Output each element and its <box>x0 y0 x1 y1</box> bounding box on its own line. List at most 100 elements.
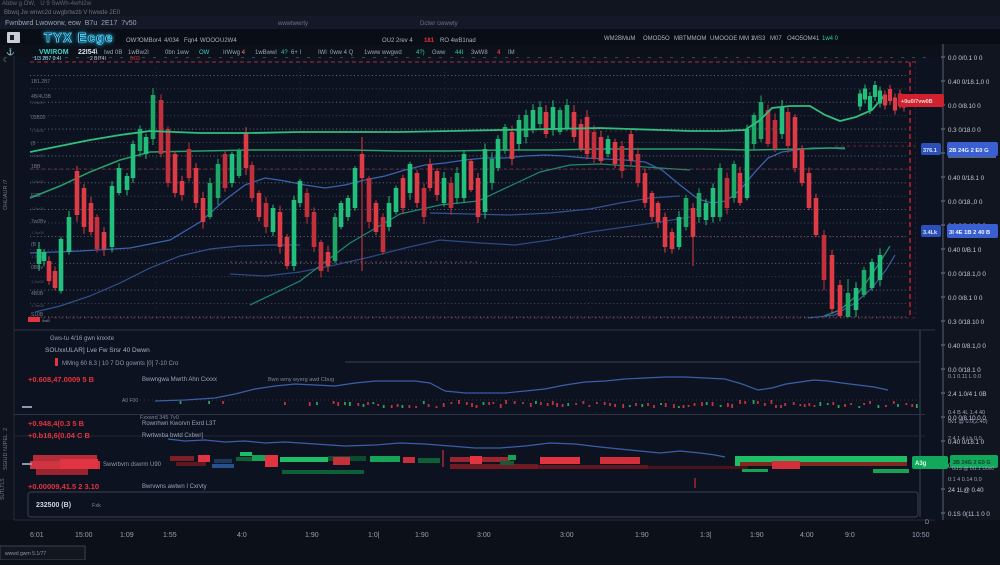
svg-text:1 2w00: 1 2w00 <box>31 230 45 235</box>
svg-text:1 2w00: 1 2w00 <box>31 179 45 184</box>
svg-text:SGIUD NJPEL 2: SGIUD NJPEL 2 <box>3 428 9 470</box>
svg-text:22I54\: 22I54\ <box>78 49 98 56</box>
svg-text:1/3 2B7 0.4I: 1/3 2B7 0.4I <box>34 56 61 62</box>
svg-text:IM: IM <box>508 50 515 56</box>
svg-text:9:0: 9:0 <box>845 532 855 539</box>
svg-text:WM2BMuM: WM2BMuM <box>604 36 635 42</box>
svg-text:☾: ☾ <box>3 56 9 64</box>
svg-text:(0: (0 <box>31 141 36 147</box>
svg-text:D: D <box>925 520 930 526</box>
svg-text:1 2w00: 1 2w00 <box>31 279 45 284</box>
svg-text:SOUxxULAR] Lve Fw Srsr 40 Dwwn: SOUxxULAR] Lve Fw Srsr 40 Dwwn <box>45 347 150 354</box>
svg-text:MS3: MS3 <box>753 36 766 42</box>
svg-text:wwwtwwrty: wwwtwwrty <box>277 21 308 27</box>
svg-text:Rownhwn Kworvn Exrd L3T: Rownhwn Kworvn Exrd L3T <box>142 421 216 427</box>
svg-text:181: 181 <box>424 38 435 44</box>
svg-text:SUTLTLS: SUTLTLS <box>0 478 6 500</box>
svg-text:MMng 60 8.3 | 10 7 DO gownts [: MMng 60 8.3 | 10 7 DO gownts [0] 7-10 Cr… <box>62 361 179 367</box>
svg-text:0.0 0/18.,0 0: 0.0 0/18.,0 0 <box>948 199 983 206</box>
svg-text:2.4 1.0/4 1 0B: 2.4 1.0/4 1 0B <box>948 391 987 398</box>
svg-text:1 2w00: 1 2w00 <box>31 153 45 158</box>
svg-text:RO 4wB1nad: RO 4wB1nad <box>440 38 476 44</box>
svg-text:4B0B: 4B0B <box>31 291 44 297</box>
svg-text:0v1 @ 0.0(2.40): 0v1 @ 0.0(2.40) <box>948 419 988 425</box>
svg-text:4:0: 4:0 <box>237 532 247 539</box>
svg-text:wwwd gwrn 5.1/77: wwwd gwrn 5.1/77 <box>5 551 46 557</box>
svg-text:0.0 0/8.1 0 0: 0.0 0/8.1 0 0 <box>948 295 983 302</box>
svg-text:Fwnbwrd Lwoworw, eow B7u 2E1: Fwnbwrd Lwoworw, eow B7u 2E17 7v50 <box>5 20 137 27</box>
svg-text:3wW8: 3wW8 <box>471 50 488 56</box>
svg-text:Bwrvwns awtwn I Cxrvty: Bwrvwns awtwn I Cxrvty <box>142 484 207 490</box>
svg-text:232500 (B): 232500 (B) <box>36 502 71 509</box>
svg-text:2B 24G 2 E0 G: 2B 24G 2 E0 G <box>949 148 989 154</box>
svg-text:Gww: Gww <box>432 50 446 56</box>
svg-text:1:90: 1:90 <box>305 532 319 539</box>
svg-text:7w0Bv: 7w0Bv <box>31 219 47 225</box>
svg-text:A0 F00: A0 F00 <box>122 398 138 404</box>
svg-text:OMOD5O: OMOD5O <box>643 36 670 42</box>
svg-text:0.3 0/18.0 0: 0.3 0/18.0 0 <box>948 127 981 134</box>
svg-text:2.4 1.4 Lb 0.0: 2.4 1.4 Lb 0.0 <box>948 436 982 442</box>
svg-text:Bwn wmy wyerg awd Cbug: Bwn wmy wyerg awd Cbug <box>268 377 334 383</box>
svg-text:Swwrbvm dswrm U90: Swwrbvm dswrm U90 <box>103 462 162 468</box>
svg-text:6+ I: 6+ I <box>291 50 302 56</box>
svg-text:MBTMMOM: MBTMMOM <box>674 36 706 42</box>
svg-text:1 2w00: 1 2w00 <box>31 100 45 105</box>
svg-text:0.0 0/18.1 0: 0.0 0/18.1 0 <box>948 367 981 374</box>
svg-text:1:55: 1:55 <box>163 532 177 539</box>
svg-text:0.40 0/18.1,0 0: 0.40 0/18.1,0 0 <box>948 79 990 86</box>
svg-text:IWl: IWl <box>318 50 327 56</box>
svg-text:4wB: 4wB <box>42 318 50 323</box>
svg-text:Gws-tu 4/16 gwn knxxte: Gws-tu 4/16 gwn knxxte <box>50 336 115 342</box>
svg-text:4:00: 4:00 <box>800 532 814 539</box>
svg-text:Dctwr cwwwty: Dctwr cwwwty <box>420 21 458 27</box>
svg-text:+0.00009,41.5 2 3.10: +0.00009,41.5 2 3.10 <box>28 482 99 491</box>
svg-text:Iwd 0B: Iwd 0B <box>104 50 122 56</box>
svg-text:1w4 0: 1w4 0 <box>822 36 839 42</box>
svg-text:U2W4: U2W4 <box>220 38 237 44</box>
svg-text:0.1S 0(11.1 0 0: 0.1S 0(11.1 0 0 <box>948 511 990 518</box>
svg-text:4/034: 4/034 <box>164 38 180 44</box>
svg-text:OW: OW <box>199 50 210 56</box>
svg-text:1B1.2B7: 1B1.2B7 <box>31 79 50 85</box>
svg-text:0BBv: 0BBv <box>31 265 43 271</box>
svg-text:1 2w00: 1 2w00 <box>31 206 45 211</box>
svg-text:0.1 0.11 L 0.0: 0.1 0.11 L 0.0 <box>948 374 981 380</box>
svg-text:1:0|: 1:0| <box>368 532 380 539</box>
svg-text:1www wwgwd: 1www wwgwd <box>364 50 402 56</box>
svg-text:4?: 4? <box>281 50 288 56</box>
svg-text:3I 4E 1B 2 40 B: 3I 4E 1B 2 40 B <box>949 230 990 236</box>
svg-text:O4O5OM41: O4O5OM41 <box>787 36 820 42</box>
svg-text:0ww 4 Q: 0ww 4 Q <box>330 50 354 56</box>
svg-text:1:3|: 1:3| <box>700 532 712 539</box>
svg-text:1:90: 1:90 <box>415 532 429 539</box>
svg-text:3:00: 3:00 <box>477 532 491 539</box>
svg-text:1 2w00: 1 2w00 <box>31 128 45 133</box>
svg-text:G1S @ 0I1.1 U0v0: G1S @ 0I1.1 U0v0 <box>952 466 994 472</box>
svg-text:+0u0/7vw0B: +0u0/7vw0B <box>901 99 933 105</box>
svg-text:1:90: 1:90 <box>635 532 649 539</box>
svg-text:0bn 1ww: 0bn 1ww <box>165 50 189 56</box>
svg-text:+0.b18,6(0.04 C B: +0.b18,6(0.04 C B <box>28 431 90 440</box>
svg-text:WOOO: WOOO <box>200 38 220 44</box>
svg-text:1:09: 1:09 <box>120 532 134 539</box>
svg-text:0.40 0/18.1 0: 0.40 0/18.1 0 <box>948 175 985 182</box>
svg-text:1 2w00: 1 2w00 <box>31 303 45 308</box>
svg-text:Abbw g OW, U 9 SwWh-4wht2w: Abbw g OW, U 9 SwWh-4wht2w <box>2 1 92 7</box>
svg-text:0.4 B 4L 1.4 40: 0.4 B 4L 1.4 40 <box>948 410 985 416</box>
svg-text:2 BI74I: 2 BI74I <box>90 56 106 62</box>
svg-text:0.40 0/8.1,0 0: 0.40 0/8.1,0 0 <box>948 343 986 350</box>
svg-text:UMOOOE MM 1: UMOOOE MM 1 <box>710 36 755 42</box>
svg-text:44I: 44I <box>455 50 464 56</box>
svg-text:VWIROM: VWIROM <box>39 49 69 56</box>
svg-text:OU2 2rev 4: OU2 2rev 4 <box>382 38 413 44</box>
svg-text:1:90: 1:90 <box>750 532 764 539</box>
svg-text:15:00: 15:00 <box>75 532 93 539</box>
svg-text:0.3 0/18.10 0: 0.3 0/18.10 0 <box>948 319 985 326</box>
svg-text:0:1 4 0.14 0.0: 0:1 4 0.14 0.0 <box>948 477 982 483</box>
svg-text:TYX Ecge: TYX Ecge <box>44 30 114 45</box>
svg-text:376.1: 376.1 <box>923 148 937 154</box>
svg-text:OMBor4: OMBor4 <box>139 38 162 44</box>
svg-text:OHLIAUR /7: OHLIAUR /7 <box>3 179 9 210</box>
svg-text:Fqn4: Fqn4 <box>184 38 198 44</box>
